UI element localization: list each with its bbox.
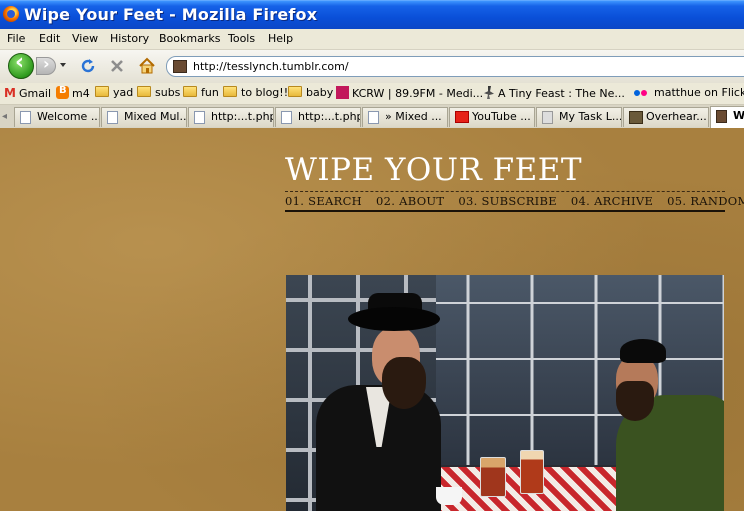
page-icon (20, 111, 31, 124)
tab-wipe-your-feet[interactable]: W (710, 106, 744, 128)
flickr-icon (634, 86, 650, 99)
overheard-icon (629, 111, 643, 124)
tab-label: W (733, 109, 744, 122)
menu-edit[interactable]: Edit (39, 32, 60, 45)
bookmark-fun[interactable]: fun (183, 86, 219, 99)
tab-label: YouTube ... (472, 110, 531, 123)
forward-button[interactable] (36, 54, 56, 75)
nav-divider (285, 210, 725, 212)
photo-cup (436, 487, 462, 505)
bookmark-label: m4 (72, 87, 90, 100)
tab-mixed[interactable]: » Mixed ... (362, 107, 448, 127)
tiny-feast-icon (484, 86, 494, 99)
tab-welcome[interactable]: Welcome ... (14, 107, 100, 127)
tab-scroll-left-icon[interactable]: ◂ (2, 111, 7, 122)
gmail-icon: M (4, 86, 16, 100)
address-bar[interactable]: http://tesslynch.tumblr.com/ (166, 56, 744, 77)
stop-icon[interactable] (109, 58, 125, 74)
bookmark-flickr[interactable]: matthue on Flickr (634, 86, 744, 99)
folder-icon (95, 86, 109, 97)
menu-tools[interactable]: Tools (228, 32, 255, 45)
bookmark-kcrw[interactable]: KCRW | 89.9FM - Medi... (336, 86, 483, 100)
bookmark-tiny-feast[interactable]: A Tiny Feast : The Ne... (484, 86, 625, 100)
folder-icon (223, 86, 237, 97)
bookmark-to-blog[interactable]: to blog!! (223, 86, 288, 99)
tab-label: My Task L... (559, 110, 622, 123)
blog-nav: 01. SEARCH 02. ABOUT 03. SUBSCRIBE 04. A… (285, 194, 744, 208)
photo-beer-glass (480, 457, 506, 497)
site-favicon (716, 110, 727, 123)
tab-label: Welcome ... (37, 110, 100, 123)
window-title: Wipe Your Feet - Mozilla Firefox (24, 5, 318, 24)
kcrw-icon (336, 86, 349, 99)
bookmark-gmail[interactable]: M Gmail (4, 86, 51, 100)
menu-help[interactable]: Help (268, 32, 293, 45)
menu-bar: File Edit View History Bookmarks Tools H… (0, 29, 744, 50)
folder-icon (183, 86, 197, 97)
photo-beard (616, 381, 654, 421)
bookmark-label: yad (113, 86, 134, 99)
bookmark-label: subs (155, 86, 181, 99)
tab-mixed-mul[interactable]: Mixed Mul... (101, 107, 187, 127)
page-icon (107, 111, 118, 124)
nav-search[interactable]: 01. SEARCH (285, 194, 362, 208)
youtube-icon (455, 111, 469, 123)
menu-bookmarks[interactable]: Bookmarks (159, 32, 220, 45)
blogger-icon (56, 85, 69, 99)
tab-http-2[interactable]: http:...t.php (275, 107, 361, 127)
tab-label: Mixed Mul... (124, 110, 187, 123)
bookmark-label: Gmail (18, 87, 52, 100)
bookmark-m4[interactable]: m4 (56, 85, 90, 100)
bookmark-baby[interactable]: baby (288, 86, 333, 99)
nav-archive[interactable]: 04. ARCHIVE (571, 194, 653, 208)
window-titlebar: Wipe Your Feet - Mozilla Firefox (0, 0, 744, 29)
folder-icon (137, 86, 151, 97)
nav-about[interactable]: 02. ABOUT (376, 194, 444, 208)
photo-hat-brim (348, 307, 440, 331)
menu-file[interactable]: File (7, 32, 25, 45)
bookmark-label: A Tiny Feast : The Ne... (498, 87, 625, 100)
firefox-icon (3, 6, 19, 22)
bookmark-subs[interactable]: subs (137, 86, 180, 99)
menu-history[interactable]: History (110, 32, 149, 45)
bookmarks-toolbar: MGmail m4 yad subs fun to blog!! baby KC… (0, 83, 744, 105)
bookmark-label: to blog!! (241, 86, 289, 99)
reload-icon[interactable] (80, 58, 96, 74)
photo-beard (382, 357, 426, 409)
header-divider (285, 191, 725, 192)
page-icon (368, 111, 379, 124)
nav-subscribe[interactable]: 03. SUBSCRIBE (458, 194, 557, 208)
folder-icon (288, 86, 302, 97)
bookmark-yad[interactable]: yad (95, 86, 133, 99)
tab-label: http:...t.php (298, 110, 361, 123)
url-text: http://tesslynch.tumblr.com/ (193, 60, 349, 73)
bookmark-label: matthue on Flickr (654, 86, 744, 99)
tab-label: Overhear... (646, 110, 707, 123)
history-dropdown-icon[interactable] (60, 63, 66, 67)
site-favicon (173, 60, 187, 73)
page-content: WIPE YOUR FEET 01. SEARCH 02. ABOUT 03. … (0, 128, 744, 511)
menu-view[interactable]: View (72, 32, 98, 45)
navigation-toolbar: http://tesslynch.tumblr.com/ (0, 50, 744, 84)
bookmark-label: KCRW | 89.9FM - Medi... (352, 87, 484, 100)
home-icon[interactable] (138, 57, 156, 75)
tab-youtube[interactable]: YouTube ... (449, 107, 535, 127)
photo-kippah (620, 339, 666, 363)
page-icon (542, 111, 553, 124)
photo-beer-glass (520, 450, 544, 494)
tab-overheard[interactable]: Overhear... (623, 107, 709, 127)
page-icon (194, 111, 205, 124)
tab-http-1[interactable]: http:...t.php (188, 107, 274, 127)
tab-my-task-list[interactable]: My Task L... (536, 107, 622, 127)
tab-label: http:...t.php (211, 110, 274, 123)
post-photo[interactable] (286, 275, 724, 511)
back-button[interactable] (8, 50, 34, 79)
tab-label: » Mixed ... (385, 110, 442, 123)
nav-random[interactable]: 05. RANDOM (667, 194, 744, 208)
bookmark-label: baby (306, 86, 334, 99)
blog-title[interactable]: WIPE YOUR FEET (285, 152, 582, 188)
tab-strip: ◂ Welcome ... Mixed Mul... http:...t.php… (0, 105, 744, 129)
bookmark-label: fun (201, 86, 219, 99)
page-icon (281, 111, 292, 124)
